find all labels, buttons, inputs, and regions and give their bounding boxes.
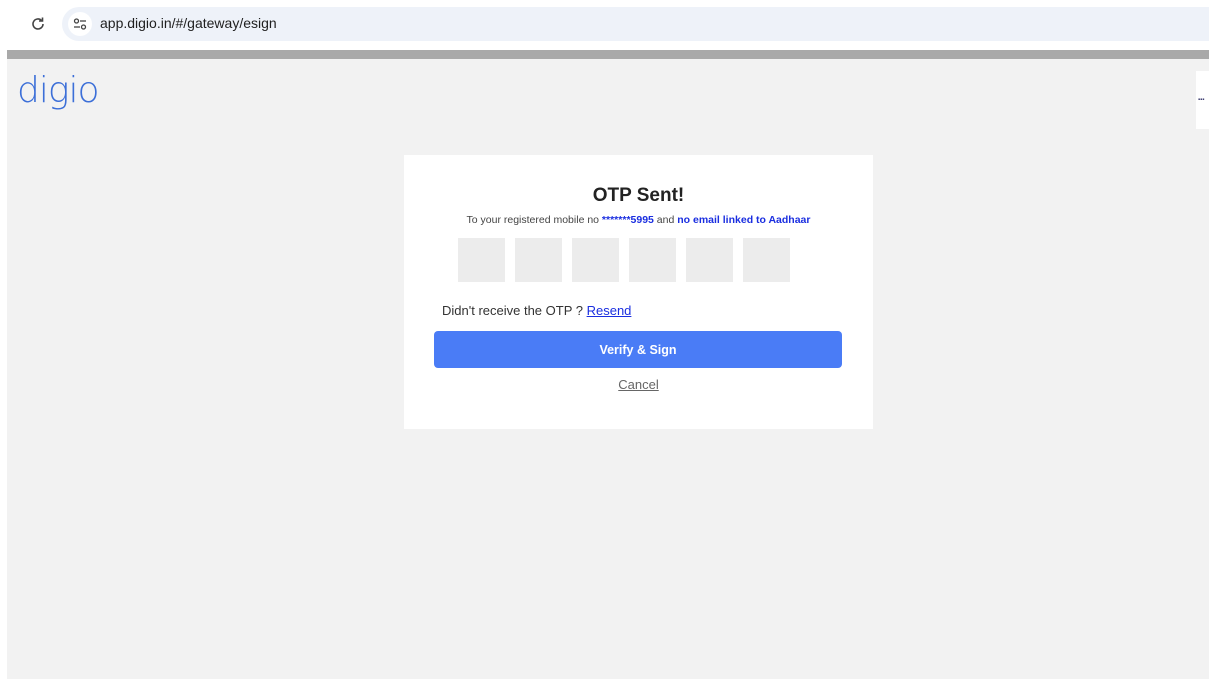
otp-digit-2[interactable]: [515, 238, 562, 282]
reload-icon[interactable]: [28, 14, 48, 34]
masked-mobile: *******5995: [601, 214, 654, 226]
otp-subtitle: To your registered mobile no *******5995…: [404, 214, 873, 226]
verify-sign-button[interactable]: Verify & Sign: [434, 331, 842, 368]
otp-input-group: [458, 238, 790, 282]
resend-prompt: Didn't receive the OTP ?: [442, 303, 587, 318]
loading-strip: [7, 50, 1209, 59]
side-mark: ▪▪▪: [1198, 97, 1205, 103]
otp-digit-4[interactable]: [629, 238, 676, 282]
otp-title: OTP Sent!: [592, 185, 685, 206]
otp-digit-1[interactable]: [458, 238, 505, 282]
subtitle-middle: and: [653, 214, 678, 226]
email-status: no email linked to Aadhaar: [677, 214, 811, 226]
otp-digit-3[interactable]: [572, 238, 619, 282]
browser-toolbar: app.digio.in/#/gateway/esign: [0, 0, 1209, 50]
side-thumbnail: ▪▪▪: [1196, 71, 1209, 129]
address-bar[interactable]: app.digio.in/#/gateway/esign: [62, 7, 1209, 41]
subtitle-prefix: To your registered mobile no: [466, 214, 602, 226]
resend-line: Didn't receive the OTP ? Resend: [442, 303, 631, 318]
tune-icon[interactable]: [68, 12, 92, 36]
otp-digit-6[interactable]: [743, 238, 790, 282]
otp-card: OTP Sent! To your registered mobile no *…: [404, 155, 873, 429]
digio-logo: digio: [17, 70, 99, 111]
otp-digit-5[interactable]: [686, 238, 733, 282]
url-text[interactable]: app.digio.in/#/gateway/esign: [100, 15, 277, 31]
page-content: digio ▪▪▪ OTP Sent! To your registered m…: [7, 59, 1209, 679]
resend-link[interactable]: Resend: [587, 303, 632, 318]
cancel-link[interactable]: Cancel: [618, 377, 658, 392]
cancel-container: Cancel: [404, 377, 873, 392]
